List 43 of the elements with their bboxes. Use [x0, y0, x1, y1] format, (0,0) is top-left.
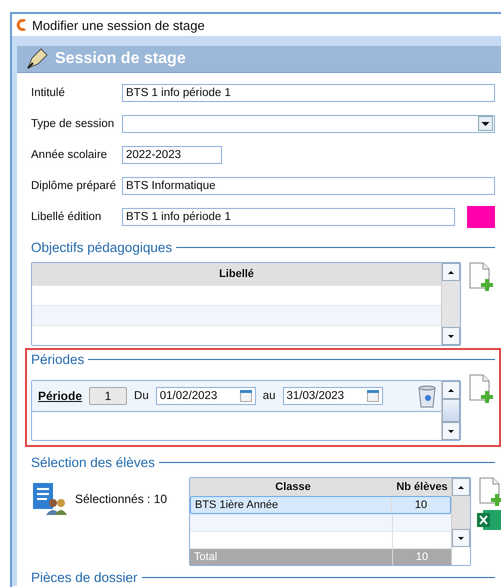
student-list-icon [31, 481, 67, 517]
panel-title: Session de stage [55, 50, 186, 68]
from-label: Du [134, 390, 149, 402]
spreadsheet-icon[interactable] [477, 509, 501, 531]
scrollbar[interactable] [441, 263, 460, 345]
trash-icon[interactable] [417, 384, 437, 408]
date-field[interactable]: 31/03/2023 [282, 387, 383, 405]
field-label: Libellé édition [31, 210, 102, 222]
input-field[interactable]: BTS 1 info période 1 [122, 84, 495, 102]
section-title: Pièces de dossier [31, 570, 138, 584]
table-row[interactable]: BTS 1ière Année 10 [190, 496, 451, 514]
column-header: Libellé [219, 268, 254, 280]
selected-count: Sélectionnés : 10 [75, 492, 168, 506]
field-label: Intitulé [31, 86, 66, 98]
input-field[interactable]: BTS Informatique [122, 176, 495, 194]
total-label: Total [193, 551, 218, 563]
add-document-icon[interactable] [467, 374, 495, 404]
pen-icon [25, 47, 49, 71]
add-document-icon[interactable] [477, 477, 501, 507]
section-title: Sélection des élèves [31, 454, 155, 470]
field-label: Type de session [31, 118, 116, 130]
column-header: Classe [274, 481, 312, 493]
app-logo-icon [14, 17, 28, 33]
scrollbar[interactable] [451, 478, 470, 565]
period-number: 1 [89, 387, 128, 405]
field-label: Diplôme préparé [31, 180, 118, 192]
input-field[interactable]: 2022-2023 [122, 146, 222, 164]
field-label: Année scolaire [31, 148, 108, 160]
scrollbar[interactable] [441, 381, 460, 440]
table-cell-text: BTS 1ière Année [194, 499, 280, 511]
dropdown-field[interactable] [122, 114, 495, 132]
color-swatch[interactable] [467, 206, 495, 228]
calendar-icon[interactable] [366, 390, 379, 402]
add-document-icon[interactable] [467, 262, 495, 292]
input-field[interactable]: BTS 1 info période 1 [122, 208, 455, 226]
date-field[interactable]: 01/02/2023 [156, 387, 256, 405]
section-title: Périodes [31, 352, 84, 366]
period-link[interactable]: Période [38, 389, 82, 403]
table-cell: 10 [391, 497, 450, 513]
calendar-icon[interactable] [240, 390, 252, 402]
section-title: Objectifs pédagogiques [31, 240, 172, 254]
to-label: au [262, 390, 276, 402]
window-title: Modifier une session de stage [32, 18, 205, 32]
